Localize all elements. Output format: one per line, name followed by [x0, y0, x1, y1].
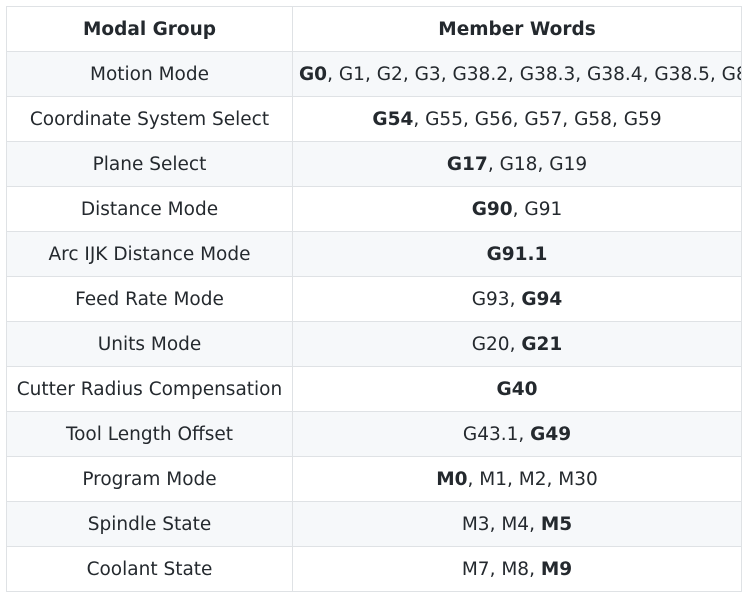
member-word: G17	[446, 153, 488, 175]
member-words-cell: G0, G1, G2, G3, G38.2, G38.3, G38.4, G38…	[292, 51, 742, 97]
modal-group-cell: Coolant State	[6, 546, 293, 592]
member-word: M0	[436, 468, 468, 490]
member-word: M2	[518, 468, 547, 490]
member-word: G3	[414, 63, 441, 85]
modal-group-cell: Plane Select	[6, 141, 293, 187]
member-word: M9	[540, 558, 573, 580]
member-word: G80	[721, 63, 741, 85]
modal-group-cell: Distance Mode	[6, 186, 293, 232]
member-words-cell: M0, M1, M2, M30	[292, 456, 742, 502]
member-word: M3	[461, 513, 490, 535]
member-word: M7	[461, 558, 490, 580]
table-row: Arc IJK Distance Mode G91.1	[6, 231, 742, 277]
member-word: G18	[499, 153, 538, 175]
table-row: Feed Rate Mode G93, G94	[6, 276, 742, 322]
member-words-cell: G40	[292, 366, 742, 412]
modal-group-cell: Units Mode	[6, 321, 293, 367]
member-word: M4	[501, 513, 530, 535]
modal-group-cell: Cutter Radius Compensation	[6, 366, 293, 412]
member-word: G1	[338, 63, 365, 85]
table-row: Motion Mode G0, G1, G2, G3, G38.2, G38.3,…	[6, 51, 742, 97]
member-word: G19	[549, 153, 588, 175]
member-word: G91	[524, 198, 563, 220]
modal-group-cell: Feed Rate Mode	[6, 276, 293, 322]
member-word: G54	[372, 108, 414, 130]
member-word: G2	[376, 63, 403, 85]
member-words-cell: G43.1, G49	[292, 411, 742, 457]
modal-groups-table: Modal Group Member Words Motion Mode G0, …	[6, 6, 742, 592]
member-words-cell: M7, M8, M9	[292, 546, 742, 592]
member-word: G57	[524, 108, 563, 130]
table-row: Distance Mode G90, G91	[6, 186, 742, 232]
table-row: Spindle State M3, M4, M5	[6, 501, 742, 547]
modal-group-cell: Arc IJK Distance Mode	[6, 231, 293, 277]
member-word: G38.5	[654, 63, 710, 85]
member-words-cell: G91.1	[292, 231, 742, 277]
table-row: Plane Select G17, G18, G19	[6, 141, 742, 187]
modal-group-cell: Tool Length Offset	[6, 411, 293, 457]
member-word: G56	[474, 108, 513, 130]
modal-group-cell: Spindle State	[6, 501, 293, 547]
table-row: Coolant State M7, M8, M9	[6, 546, 742, 592]
member-word: M1	[479, 468, 507, 490]
member-word: M8	[501, 558, 530, 580]
table-row: Program Mode M0, M1, M2, M30	[6, 456, 742, 502]
member-word: G91.1	[486, 243, 548, 265]
member-word: G90	[471, 198, 513, 220]
member-word: G59	[623, 108, 662, 130]
member-word: G21	[521, 333, 563, 355]
table-header-row: Modal Group Member Words	[6, 6, 742, 52]
member-words-cell: G90, G91	[292, 186, 742, 232]
table-row: Cutter Radius Compensation G40	[6, 366, 742, 412]
header-modal-group: Modal Group	[6, 6, 293, 52]
member-word: G40	[496, 378, 538, 400]
member-word: G49	[530, 423, 572, 445]
member-words-cell: G93, G94	[292, 276, 742, 322]
table-row: Units Mode G20, G21	[6, 321, 742, 367]
member-words-cell: G54, G55, G56, G57, G58, G59	[292, 96, 742, 142]
member-word: G43.1	[462, 423, 519, 445]
member-words-cell: M3, M4, M5	[292, 501, 742, 547]
table-row: Tool Length Offset G43.1, G49	[6, 411, 742, 457]
member-word: G38.4	[587, 63, 643, 85]
member-word: M5	[540, 513, 573, 535]
modal-group-cell: Coordinate System Select	[6, 96, 293, 142]
member-word: G38.3	[519, 63, 576, 85]
member-word: M30	[558, 468, 598, 490]
modal-group-cell: Motion Mode	[6, 51, 293, 97]
member-word: G58	[574, 108, 612, 130]
table-row: Coordinate System Select G54, G55, G56, G…	[6, 96, 742, 142]
member-word: G93	[471, 288, 510, 310]
member-words-cell: G20, G21	[292, 321, 742, 367]
member-word: G0	[299, 63, 328, 85]
member-word: G55	[425, 108, 463, 130]
member-word: G20	[471, 333, 510, 355]
member-word: G94	[521, 288, 563, 310]
member-word: G38.2	[452, 63, 508, 85]
table-body: Motion Mode G0, G1, G2, G3, G38.2, G38.3,…	[6, 51, 742, 592]
modal-group-cell: Program Mode	[6, 456, 293, 502]
header-member-words: Member Words	[292, 6, 742, 52]
member-words-cell: G17, G18, G19	[292, 141, 742, 187]
